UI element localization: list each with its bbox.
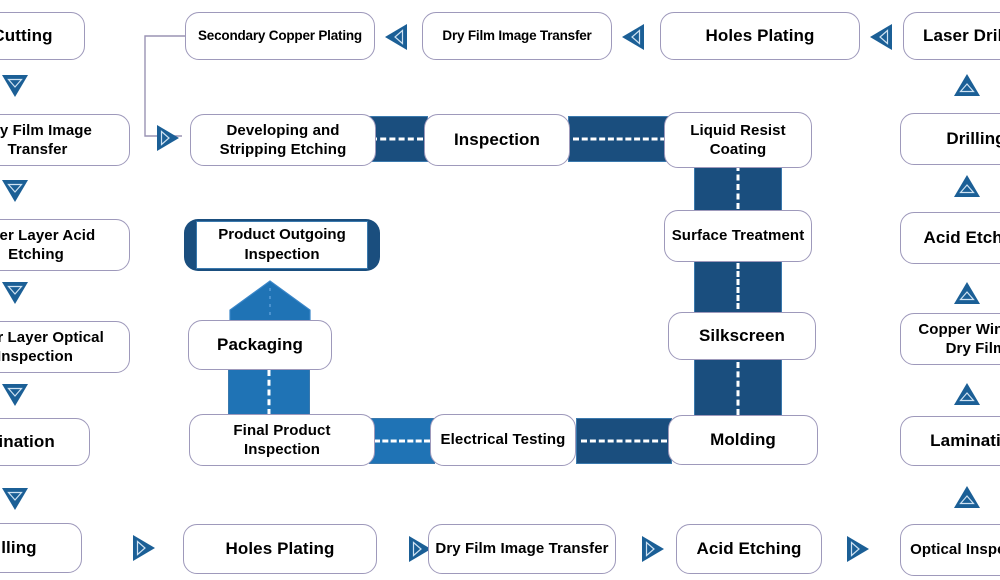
- node-inner-layer-optical-inspection[interactable]: Inner Layer Optical Inspection: [0, 321, 130, 373]
- node-label: Inner Layer Optical Inspection: [0, 328, 104, 365]
- node-label: Cutting: [0, 26, 53, 46]
- connector-final-product-to-packaging: [228, 366, 310, 419]
- node-dry-film-image-transfer-bottom[interactable]: Dry Film Image Transfer: [428, 524, 616, 574]
- node-label: Packaging: [217, 335, 303, 355]
- node-inner-layer-acid-etching[interactable]: Inner Layer Acid Etching: [0, 219, 130, 271]
- node-acid-etching-bottom[interactable]: Acid Etching: [676, 524, 822, 574]
- node-surface-treatment[interactable]: Surface Treatment: [664, 210, 812, 262]
- node-lamination-left[interactable]: Lamination: [0, 418, 90, 466]
- arrow-right-icon-drilling-to-holes-plating: [131, 533, 157, 563]
- node-label: Holes Plating: [705, 26, 815, 46]
- arrow-right-icon-acid-etching-to-optical-inspection: [845, 534, 871, 564]
- node-secondary-copper-plating[interactable]: Secondary Copper Plating: [185, 12, 375, 60]
- node-holes-plating-bottom[interactable]: Holes Plating: [183, 524, 377, 574]
- node-label: Laser Drilling: [922, 26, 1000, 46]
- node-drilling-bottom[interactable]: Drilling: [0, 523, 82, 573]
- node-label: Surface Treatment: [671, 227, 805, 245]
- node-label: Optical Inspection: [910, 541, 1000, 559]
- arrow-up-icon-copper-window-to-acid-etching: [952, 280, 982, 306]
- arrow-down-icon-optical-inspection-to-lamination: [0, 382, 30, 408]
- node-label-panel: Product Outgoing Inspection: [196, 221, 368, 269]
- connector-liquid-resist-to-surface-treatment: [694, 161, 782, 213]
- node-cutting[interactable]: Cutting: [0, 12, 85, 60]
- node-label: Drilling: [946, 129, 1000, 149]
- arrow-up-icon-lamination-to-copper-window: [952, 381, 982, 407]
- node-label: Holes Plating: [225, 539, 335, 559]
- node-label: Acid Etching: [923, 228, 1000, 248]
- node-developing-and-stripping-etching[interactable]: Developing and Stripping Etching: [190, 114, 376, 166]
- node-label: Final Product Inspection: [233, 421, 331, 458]
- node-final-product-inspection[interactable]: Final Product Inspection: [189, 414, 375, 466]
- node-drilling[interactable]: Drilling: [900, 113, 1000, 165]
- node-silkscreen[interactable]: Silkscreen: [668, 312, 816, 360]
- arrow-up-icon-drilling-to-laser-drilling: [952, 72, 982, 98]
- node-lamination-right[interactable]: Lamination: [900, 416, 1000, 466]
- arrow-down-icon-lamination-to-drilling: [0, 486, 30, 512]
- node-label: Drilling: [0, 538, 37, 558]
- node-label: Dry Film Image Transfer: [442, 28, 592, 44]
- flowchart-canvas: Cutting Secondary Copper Plating Dry Fil…: [0, 0, 1000, 580]
- arrow-left-icon-holes-plating-to-dryfilm: [620, 22, 646, 52]
- node-molding[interactable]: Molding: [668, 415, 818, 465]
- node-label: Molding: [710, 430, 776, 450]
- arrow-left-icon-dryfilm-to-secondary-copper: [383, 22, 409, 52]
- arrow-right-icon-feed-to-developing: [155, 123, 181, 153]
- node-electrical-testing[interactable]: Electrical Testing: [430, 414, 576, 466]
- connector-surface-treatment-to-silkscreen: [694, 259, 782, 313]
- connector-final-product-to-electrical-testing: [369, 418, 435, 464]
- node-label: Lamination: [930, 431, 1000, 451]
- node-label: Electrical Testing: [440, 431, 566, 449]
- node-optical-inspection-bottom[interactable]: Optical Inspection: [900, 524, 1000, 576]
- node-holes-plating-top[interactable]: Holes Plating: [660, 12, 860, 60]
- connector-electrical-testing-to-molding: [576, 418, 672, 464]
- node-inspection[interactable]: Inspection: [424, 114, 570, 166]
- node-label: Secondary Copper Plating: [198, 28, 362, 44]
- arrow-up-icon-acid-etching-to-drilling: [952, 173, 982, 199]
- node-dry-film-image-transfer-top[interactable]: Dry Film Image Transfer: [422, 12, 612, 60]
- node-label: Acid Etching: [696, 539, 802, 559]
- node-label: Dry Film Image Transfer: [435, 540, 609, 558]
- arrow-down-icon-cutting-to-dryfilm: [0, 73, 30, 99]
- node-dry-film-image-transfer-left[interactable]: Dry Film Image Transfer: [0, 114, 130, 166]
- node-label: Copper Window Dry Film: [918, 320, 1000, 357]
- node-label: Inner Layer Acid Etching: [0, 226, 96, 263]
- arrow-left-icon-laser-drilling-to-holes-plating: [868, 22, 894, 52]
- arrow-down-icon-acid-etching-to-optical-inspection: [0, 280, 30, 306]
- connector-silkscreen-to-molding: [694, 358, 782, 419]
- node-label: Product Outgoing Inspection: [218, 225, 346, 263]
- node-label: Silkscreen: [698, 326, 786, 346]
- arrow-right-icon-dryfilm-to-acid-etching: [640, 534, 666, 564]
- node-label: Inspection: [453, 130, 540, 150]
- node-liquid-resist-coating[interactable]: Liquid Resist Coating: [664, 112, 812, 168]
- node-copper-window-dry-film[interactable]: Copper Window Dry Film: [900, 313, 1000, 365]
- node-acid-etching-right[interactable]: Acid Etching: [900, 212, 1000, 264]
- node-product-outgoing-inspection[interactable]: Product Outgoing Inspection: [184, 219, 380, 271]
- node-label: Liquid Resist Coating: [690, 121, 786, 158]
- arrow-down-icon-dryfilm-to-inner-layer-acid-etching: [0, 178, 30, 204]
- node-label: Developing and Stripping Etching: [219, 121, 347, 158]
- node-packaging[interactable]: Packaging: [188, 320, 332, 370]
- node-laser-drilling[interactable]: Laser Drilling: [903, 12, 1000, 60]
- arrow-up-icon-optical-inspection-to-lamination: [952, 484, 982, 510]
- node-label: Dry Film Image Transfer: [0, 121, 92, 158]
- node-label: Lamination: [0, 432, 55, 452]
